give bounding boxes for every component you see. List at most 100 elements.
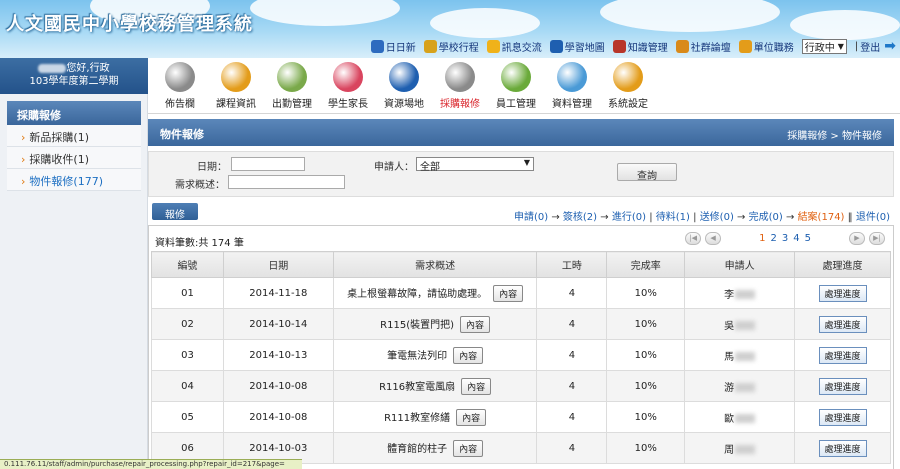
column-header: 日期	[222, 251, 334, 278]
page-link-2[interactable]: 2	[771, 233, 777, 244]
status-flow: 申請(0) → 簽核(2) → 進行(0) | 待料(1) | 送修(0) → …	[513, 212, 890, 223]
topnav-item-1[interactable]: 學校行程	[423, 39, 479, 54]
row-rate: 10%	[606, 401, 686, 433]
topnav-item-6[interactable]: 單位職務	[738, 39, 794, 54]
row-process: 處理進度	[794, 370, 891, 402]
column-header: 申請人	[684, 251, 796, 278]
page-link-3[interactable]: 3	[782, 233, 788, 244]
row-process: 處理進度	[794, 308, 891, 340]
wrench-icon	[445, 62, 475, 92]
process-button[interactable]: 處理進度	[818, 439, 867, 457]
toolbar-item-3[interactable]: 學生家長	[320, 62, 376, 110]
detail-button[interactable]: 內容	[453, 346, 484, 364]
table-row: 03 2014-10-13 筆電無法列印 內容 4 10% 馬 處理進度	[151, 339, 891, 371]
row-description: 筆電無法列印 內容	[332, 339, 538, 371]
query-button[interactable]: 查詢	[617, 163, 677, 182]
row-date: 2014-10-13	[222, 339, 334, 371]
row-number: 04	[151, 370, 224, 402]
row-applicant: 馬	[684, 339, 796, 371]
column-header: 需求概述	[332, 251, 538, 278]
detail-button[interactable]: 內容	[460, 315, 491, 333]
row-description: 體育館的柱子 內容	[332, 432, 538, 464]
process-button[interactable]: 處理進度	[818, 408, 867, 426]
toolbar-item-1[interactable]: 課程資訊	[208, 62, 264, 110]
table-row: 01 2014-11-18 桌上根螢幕故障，請協助處理。 內容 4 10% 李 處理進度	[151, 277, 891, 309]
page-link-4[interactable]: 4	[793, 233, 799, 244]
applicant-select[interactable]: 全部 ▼	[416, 157, 534, 173]
info-icon	[165, 62, 195, 92]
student-icon	[333, 62, 363, 92]
detail-button[interactable]: 內容	[493, 284, 524, 302]
toolbar-item-5[interactable]: 採購報修	[432, 62, 488, 110]
sidebar: 採購報修 › 新品採購(1) › 採購收件(1) › 物件報修(177)	[0, 94, 148, 469]
flow-returned[interactable]: 退件(0)	[856, 212, 890, 223]
date-label: 日期：	[197, 162, 227, 173]
process-button[interactable]: 處理進度	[818, 284, 867, 302]
repair-button[interactable]: 報修	[152, 203, 198, 221]
row-hours: 4	[536, 277, 608, 309]
column-header: 完成率	[606, 251, 686, 278]
column-header: 編號	[151, 251, 224, 278]
last-page-icon[interactable]: ▶|	[869, 232, 885, 245]
gear-icon	[738, 39, 752, 53]
row-date: 2014-10-08	[222, 370, 334, 402]
sidebar-item-repair[interactable]: › 物件報修(177)	[7, 169, 141, 191]
page-link-1[interactable]: 1	[759, 233, 765, 244]
detail-button[interactable]: 內容	[456, 408, 487, 426]
flow-closed[interactable]: 結案(174)	[798, 212, 845, 223]
blurred-username	[38, 63, 67, 73]
topnav-item-0[interactable]: 日日新	[370, 39, 416, 54]
flow-complete[interactable]: 完成(0)	[749, 212, 783, 223]
sidebar-item-purchase-receipt[interactable]: › 採購收件(1)	[7, 147, 141, 169]
role-select[interactable]: 行政中 ▼	[801, 38, 847, 54]
topnav-item-3[interactable]: 學習地圖	[549, 39, 605, 54]
date-input[interactable]	[231, 157, 305, 171]
flow-progress[interactable]: 進行(0)	[612, 212, 646, 223]
page-link-5[interactable]: 5	[805, 233, 811, 244]
prev-page-icon[interactable]: ◀	[705, 232, 722, 245]
toolbar-item-4[interactable]: 資源場地	[376, 62, 432, 110]
globe-icon	[389, 62, 419, 92]
sidebar-item-new-purchase[interactable]: › 新品採購(1)	[7, 125, 141, 147]
topnav-item-2[interactable]: 訊息交流	[486, 39, 542, 54]
toolbar-item-0[interactable]: 佈告欄	[152, 62, 208, 110]
row-description: 桌上根螢幕故障，請協助處理。 內容	[332, 277, 538, 309]
first-page-icon[interactable]: |◀	[685, 232, 702, 245]
process-button[interactable]: 處理進度	[818, 315, 867, 333]
flow-apply[interactable]: 申請(0)	[514, 212, 548, 223]
topnav-item-5[interactable]: 社群論壇	[675, 39, 731, 54]
chevron-right-icon: ›	[21, 175, 26, 188]
toolbar-item-8[interactable]: 系統設定	[600, 62, 656, 110]
toolbar-item-6[interactable]: 員工管理	[488, 62, 544, 110]
row-number: 05	[151, 401, 224, 433]
logout-link[interactable]: | 登出 ➡	[855, 38, 896, 54]
detail-button[interactable]: 內容	[453, 439, 484, 457]
globe-icon	[549, 39, 563, 53]
user-info: 您好,行政 103學年度第二學期	[0, 58, 148, 94]
description-input[interactable]	[228, 175, 345, 189]
row-rate: 10%	[606, 432, 686, 464]
toolbar-item-7[interactable]: 資料管理	[544, 62, 600, 110]
process-button[interactable]: 處理進度	[818, 346, 867, 364]
row-applicant: 周	[684, 432, 796, 464]
topnav-item-4[interactable]: 知識管理	[612, 39, 668, 54]
row-number: 01	[151, 277, 224, 309]
site-title: 人文國民中小學校務管理系統	[6, 14, 253, 35]
gear-icon	[613, 62, 643, 92]
next-page-icon[interactable]: ▶	[849, 232, 865, 245]
toolbar-item-2[interactable]: 出勤管理	[264, 62, 320, 110]
flow-review[interactable]: 簽核(2)	[563, 212, 597, 223]
top-nav: 日日新 學校行程 訊息交流 學習地圖 知識管理 社群論壇 單位職務 行政中 ▼ | 登出 ➡	[365, 38, 896, 54]
search-panel: 日期： 需求概述： 申請人： 全部 ▼ 查詢	[148, 151, 894, 197]
detail-button[interactable]: 內容	[461, 377, 492, 395]
main-content: 物件報修 採購報修 > 物件報修 日期： 需求概述： 申請人： 全部 ▼ 查詢 報…	[148, 114, 900, 469]
table-row: 04 2014-10-08 R116教室電風扇 內容 4 10% 游 處理進度	[151, 370, 891, 402]
flow-pending[interactable]: 待料(1)	[656, 212, 690, 223]
flow-sent[interactable]: 送修(0)	[700, 212, 734, 223]
breadcrumb: 採購報修 > 物件報修	[787, 131, 882, 142]
dropdown-arrow-icon: ▼	[523, 158, 530, 167]
process-button[interactable]: 處理進度	[818, 377, 867, 395]
attendance-sheet-icon	[277, 62, 307, 92]
chevron-right-icon: ›	[21, 153, 26, 166]
applicant-label: 申請人：	[374, 162, 414, 173]
